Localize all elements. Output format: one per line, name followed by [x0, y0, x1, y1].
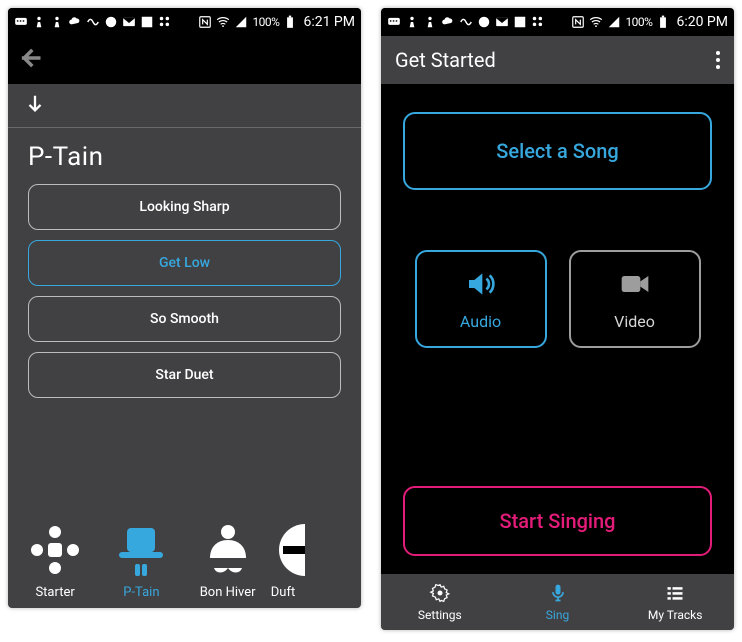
signal-icon — [607, 15, 621, 29]
song-item[interactable]: So Smooth — [28, 296, 341, 342]
status-bar: 100% 6:21 PM — [8, 8, 361, 36]
chess-icon-2 — [423, 15, 437, 29]
status-time: 6:20 PM — [676, 14, 728, 30]
nfc-icon — [571, 15, 585, 29]
cloud-icon — [441, 15, 455, 29]
song-label: Star Duet — [155, 367, 213, 383]
box-icon — [140, 15, 154, 29]
nav-settings[interactable]: Settings — [381, 574, 499, 630]
ptain-icon — [113, 521, 169, 579]
wave-icon — [86, 15, 100, 29]
battery-icon — [283, 15, 297, 29]
phone-left: 100% 6:21 PM P-Tain Looking Sharp Get Lo… — [8, 8, 361, 608]
sms-icon — [14, 15, 28, 29]
character-item[interactable]: Starter — [12, 521, 98, 600]
audio-label: Audio — [460, 312, 501, 331]
sub-bar — [8, 84, 361, 128]
app-bar — [8, 36, 361, 84]
nav-label: My Tracks — [648, 608, 703, 622]
battery-text: 100% — [252, 15, 279, 29]
wifi-icon — [216, 15, 230, 29]
sms-icon — [387, 15, 401, 29]
app-bar: Get Started — [381, 36, 734, 84]
character-label: P-Tain — [123, 585, 159, 600]
character-row: Starter P-Tain Bon Hiver Duft — [8, 521, 361, 608]
select-song-button[interactable]: Select a Song — [403, 112, 712, 190]
wifi-icon — [589, 15, 603, 29]
duft-icon — [271, 521, 306, 579]
app-icon — [104, 15, 118, 29]
character-label: Bon Hiver — [200, 585, 256, 600]
wave-icon — [459, 15, 473, 29]
phone-right: 100% 6:20 PM Get Started Select a Song A… — [381, 8, 734, 630]
character-item[interactable]: P-Tain — [98, 521, 184, 600]
overflow-menu-icon[interactable] — [716, 51, 720, 69]
chess-icon-2 — [50, 15, 64, 29]
video-icon — [616, 268, 654, 304]
nav-sing[interactable]: Sing — [499, 574, 617, 630]
character-label: Duft — [271, 585, 295, 600]
nfc-icon — [198, 15, 212, 29]
main-body: Select a Song Audio Video Start Singing — [381, 84, 734, 574]
starter-icon — [27, 521, 83, 579]
character-label: Starter — [35, 585, 74, 600]
bonhiver-icon — [200, 521, 256, 579]
nav-label: Sing — [546, 608, 569, 622]
nav-label: Settings — [418, 608, 462, 622]
bottom-nav: Settings Sing My Tracks — [381, 574, 734, 630]
character-item[interactable]: Bon Hiver — [185, 521, 271, 600]
mic-icon — [547, 583, 569, 606]
video-mode-button[interactable]: Video — [569, 250, 701, 348]
audio-mode-button[interactable]: Audio — [415, 250, 547, 348]
mail-icon — [122, 15, 136, 29]
status-time: 6:21 PM — [303, 14, 355, 30]
start-singing-button[interactable]: Start Singing — [403, 486, 712, 556]
list-icon — [664, 583, 686, 606]
page-title: P-Tain — [8, 128, 361, 184]
song-list: Looking Sharp Get Low So Smooth Star Due… — [8, 184, 361, 398]
mail-icon — [495, 15, 509, 29]
character-item[interactable]: Duft — [271, 521, 306, 600]
gear-icon — [429, 583, 451, 606]
mode-row: Audio Video — [403, 250, 712, 348]
battery-icon — [656, 15, 670, 29]
song-item[interactable]: Get Low — [28, 240, 341, 286]
speaker-icon — [462, 268, 500, 304]
battery-text: 100% — [625, 15, 652, 29]
grid-icon — [531, 15, 545, 29]
box-icon — [513, 15, 527, 29]
nav-tracks[interactable]: My Tracks — [616, 574, 734, 630]
cloud-icon — [68, 15, 82, 29]
status-bar: 100% 6:20 PM — [381, 8, 734, 36]
chess-icon — [32, 15, 46, 29]
select-song-label: Select a Song — [496, 139, 618, 163]
back-button[interactable] — [16, 44, 44, 76]
song-label: Looking Sharp — [139, 199, 229, 215]
song-label: Get Low — [159, 255, 210, 271]
signal-icon — [234, 15, 248, 29]
song-item[interactable]: Star Duet — [28, 352, 341, 398]
grid-icon — [158, 15, 172, 29]
page-title: Get Started — [395, 48, 496, 72]
song-label: So Smooth — [150, 311, 219, 327]
song-item[interactable]: Looking Sharp — [28, 184, 341, 230]
collapse-icon[interactable] — [24, 93, 46, 119]
chess-icon — [405, 15, 419, 29]
app-icon — [477, 15, 491, 29]
video-label: Video — [614, 312, 655, 331]
start-singing-label: Start Singing — [500, 509, 616, 533]
